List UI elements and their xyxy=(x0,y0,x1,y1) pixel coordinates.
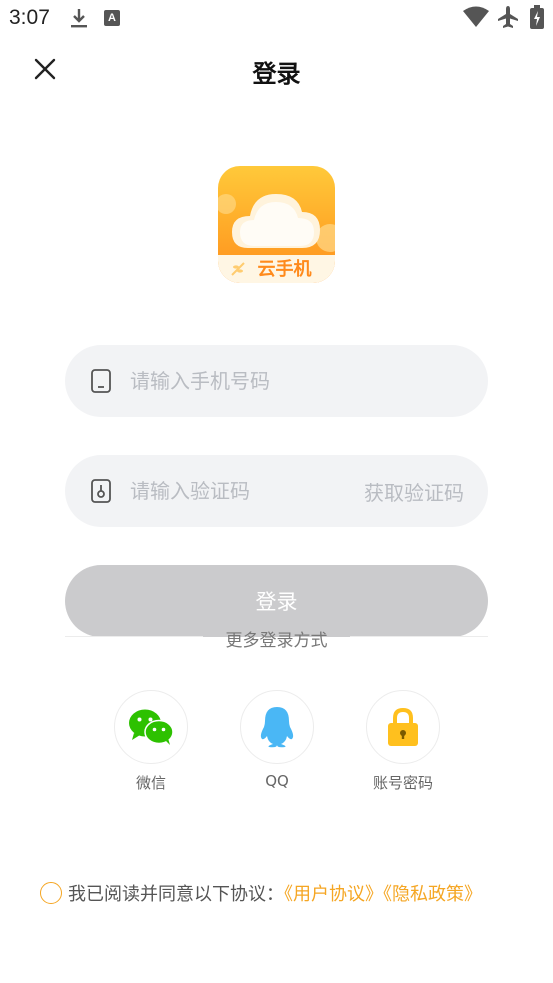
phone-field[interactable] xyxy=(65,345,488,417)
phone-input[interactable] xyxy=(130,345,400,417)
privacy-policy-link[interactable]: 《隐私政策》 xyxy=(383,884,482,905)
wechat-login-button[interactable]: 微信 xyxy=(114,690,188,793)
verification-code-field[interactable]: 获取验证码 xyxy=(65,455,488,527)
qq-icon xyxy=(260,707,294,748)
get-code-button[interactable]: 获取验证码 xyxy=(364,477,464,506)
wechat-circle[interactable] xyxy=(114,690,188,764)
wechat-icon xyxy=(129,709,174,745)
password-circle[interactable] xyxy=(366,690,440,764)
lock-code-icon xyxy=(90,479,112,507)
wifi-icon xyxy=(463,6,489,32)
battery-charging-icon xyxy=(530,5,544,33)
agreement-checkbox[interactable] xyxy=(40,882,62,904)
qq-circle[interactable] xyxy=(240,690,314,764)
phone-icon xyxy=(90,369,112,397)
app-logo: 云手机 xyxy=(218,166,335,283)
verification-code-input[interactable] xyxy=(130,455,400,527)
status-time: 3:07 xyxy=(9,6,50,29)
more-login-label: 更多登录方式 xyxy=(225,631,328,651)
password-login-button[interactable]: 账号密码 xyxy=(366,690,440,793)
logo-text: 云手机 xyxy=(257,259,312,280)
qq-label: QQ xyxy=(265,772,289,790)
password-label: 账号密码 xyxy=(372,774,433,792)
agreement-text: 我已阅读并同意以下协议： xyxy=(68,884,284,905)
status-bar: 3:07 A xyxy=(0,0,553,36)
page-title: 登录 xyxy=(252,60,301,88)
user-agreement-link[interactable]: 《用户协议》 xyxy=(284,884,383,905)
wechat-label: 微信 xyxy=(135,774,166,792)
download-icon xyxy=(68,7,90,33)
login-page: 3:07 A 登录 云手机 请输入手机号码 请输入验证码 获取验证码 登录 更多… xyxy=(0,0,553,983)
padlock-icon xyxy=(388,707,418,746)
qq-login-button[interactable]: QQ xyxy=(240,690,314,790)
airplane-mode-icon xyxy=(497,5,519,33)
a-badge-icon: A xyxy=(104,10,120,26)
agreement-row: 我已阅读并同意以下协议：《用户协议》《隐私政策》 xyxy=(40,880,482,906)
